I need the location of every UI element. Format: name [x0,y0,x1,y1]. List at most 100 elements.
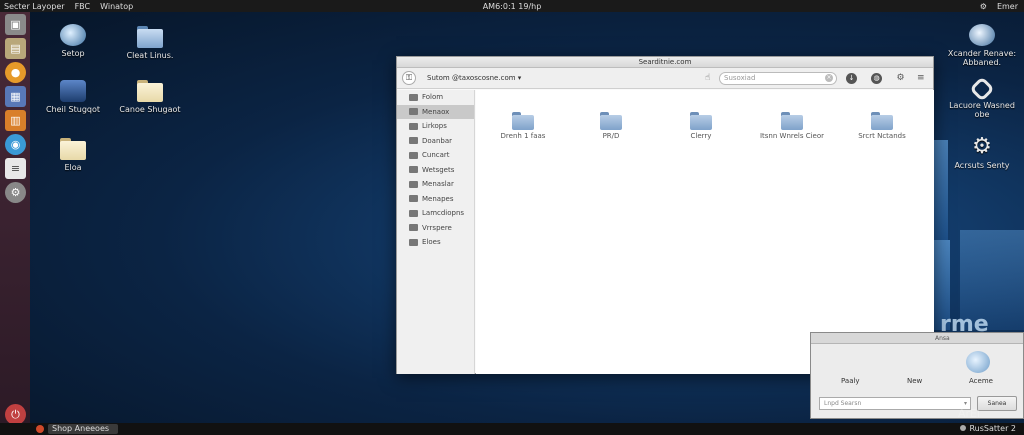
sidebar-item-label: Lirkops [422,122,447,131]
power-menu-icon[interactable]: ⚙ [980,2,987,11]
sidebar-item[interactable]: Lamcdiopns [397,206,474,221]
computer-icon [60,80,86,102]
sidebar-item-label: Vrrspere [422,223,452,232]
top-menu-item[interactable]: FBC [75,2,91,11]
power-icon[interactable]: ⏻ [5,404,26,425]
folder-icon [409,166,418,174]
sidebar-item[interactable]: Cuncart [397,148,474,163]
settings-icon[interactable]: ⚙ [5,182,26,203]
user-menu-label[interactable]: Emer [997,2,1018,11]
clock: AM6:0:1 19/hp [482,1,542,11]
top-menu-item[interactable]: Secter Layoper [4,2,65,11]
files-icon[interactable]: ▥ [5,110,26,131]
network-icon [969,76,995,102]
document-viewer-icon[interactable]: ▦ [5,86,26,107]
folder-item[interactable]: Drenh 1 faas [488,112,558,140]
desktop-icon-canoe[interactable]: Canoe Shugaot [114,80,186,114]
sidebar-item[interactable]: Doanbar [397,134,474,149]
taskbar-item[interactable]: Shop Aneeoes [48,424,118,434]
hamburger-menu-icon[interactable]: ≡ [917,73,925,83]
desktop-icon-xcander[interactable]: Xcander Renave: Abbaned. [946,24,1018,67]
folder-item[interactable]: Itsnn Wnrels Cieor [757,112,827,140]
sidebar-item-label: Eloes [422,238,441,247]
desktop-icon-label: Xcander Renave: Abbaned. [947,49,1017,67]
sidebar-item-label: Doanbar [422,136,453,145]
folder-item[interactable]: Srcrt Nctands [847,112,917,140]
settings-gear-icon: ⚙ [972,134,992,159]
search-input[interactable]: Susoxiad × [719,72,837,85]
download-icon[interactable]: ↓ [846,73,857,84]
sidebar-item[interactable]: Menapes [397,192,474,207]
location-path[interactable]: Sutom @taxoscosne.com ▾ [427,74,521,82]
desktop-icon-label: Eloa [64,163,82,172]
desktop-icon-setop[interactable]: Setop [37,24,109,58]
file-manager-toolbar: ⚿ Sutom @taxoscosne.com ▾ ☝ Susoxiad × ↓… [397,68,933,89]
sidebar-item[interactable]: Menaox [397,104,474,119]
desktop-icon-label: Cleat Linus. [126,51,174,60]
file-manager-sidebar: Folom Menaox Lirkops Doanbar Cuncart Wet… [397,90,475,374]
sidebar-item[interactable]: Eloes [397,235,474,250]
desktop-icon-label: Setop [61,49,85,58]
folder-icon [409,224,418,232]
search-placeholder: Susoxiad [724,74,756,82]
folder-icon [409,180,418,188]
clear-search-icon[interactable]: × [825,74,833,82]
system-icon [60,24,86,46]
system-icon[interactable]: ▣ [5,14,26,35]
menu-orb-icon[interactable] [36,425,44,433]
desktop-icon-label: Cheil Stugqot [45,105,101,114]
top-menu-item[interactable]: Winatop [100,2,133,11]
folder-icon [409,122,418,130]
desktop-icon-label: Acrsuts Senty [954,161,1010,170]
dialog-search-input[interactable]: Lnpd Searsn ▾ [819,397,971,410]
dialog-option[interactable]: Aceme [969,377,993,385]
folder-item[interactable]: PR/D [576,112,646,140]
window-title: Searditnie.com [397,57,933,68]
text-editor-icon[interactable]: ≡ [5,158,26,179]
sidebar-item-label: Wetsgets [422,165,455,174]
status-icon [960,425,967,431]
desktop-icon-computer[interactable]: Cheil Stugqot [37,80,109,114]
folder-icon [137,80,163,102]
chat-icon[interactable]: ◍ [871,73,882,84]
sidebar-item[interactable]: Lirkops [397,119,474,134]
folder-icon [781,112,803,130]
folder-icon [871,112,893,130]
sidebar-item-label: Menaox [422,107,450,116]
sidebar-item[interactable]: Folom [397,90,474,105]
folder-icon [60,138,86,160]
system-icon [969,24,995,46]
folder-icon [409,209,418,217]
sidebar-item[interactable]: Menaslar [397,177,474,192]
folder-icon [409,195,418,203]
lock-icon[interactable]: ⚿ [402,71,416,85]
sidebar-item[interactable]: Wetsgets [397,163,474,178]
desktop-icon-acrsuts[interactable]: ⚙ Acrsuts Senty [946,134,1018,171]
sidebar-item-label: Folom [422,93,444,102]
dialog-option[interactable]: Paaly [841,377,860,385]
firefox-icon[interactable]: ● [5,62,26,83]
sidebar-item-label: Cuncart [422,151,450,160]
desktop-icon-label: Lacuore Wasned obe [949,101,1015,119]
sidebar-item[interactable]: Vrrspere [397,221,474,236]
folder-icon [409,151,418,159]
file-manager-window: Searditnie.com ⚿ Sutom @taxoscosne.com ▾… [396,56,934,374]
dialog-button[interactable]: Sanea [977,396,1017,411]
gear-icon[interactable]: ⚙ [895,73,906,84]
folder-label: Drenh 1 faas [500,132,546,140]
dialog-option[interactable]: New [907,377,922,385]
desktop-icon-eloa[interactable]: Eloa [37,138,109,172]
taskbar-status[interactable]: RusSatter 2 [960,423,1016,435]
desktop-icon-lacuore[interactable]: Lacuore Wasned obe [946,76,1018,119]
folder-item[interactable]: Clerry [666,112,736,140]
hand-icon[interactable]: ☝ [705,73,710,83]
folder-label: Srcrt Nctands [858,132,906,140]
launcher: ▣ ▤ ● ▦ ▥ ◉ ≡ ⚙ ⏻ [0,12,30,425]
folder-icon [409,137,418,145]
browser-icon[interactable]: ◉ [5,134,26,155]
image-viewer-icon[interactable]: ▤ [5,38,26,59]
folder-icon [512,112,534,130]
folder-icon [137,26,163,48]
watermark: ArEl [958,407,981,420]
desktop-icon-cleat-linus[interactable]: Cleat Linus. [114,26,186,60]
